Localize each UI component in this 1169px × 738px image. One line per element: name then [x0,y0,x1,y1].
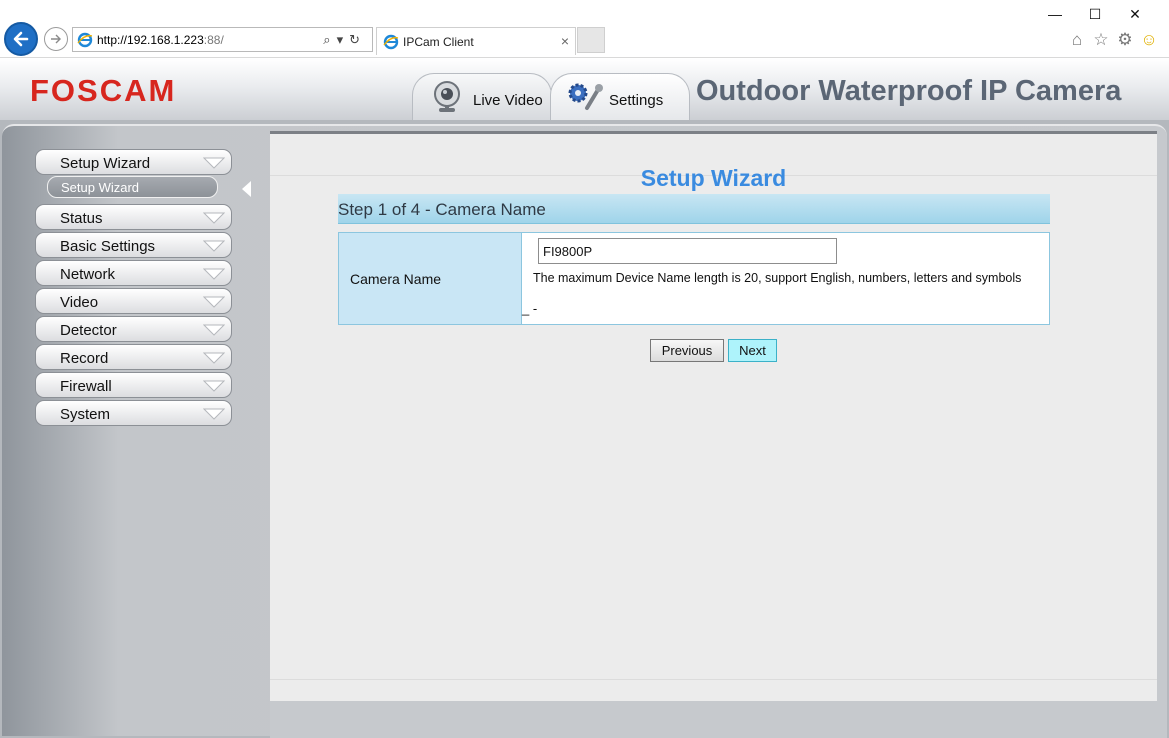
smiley-icon[interactable]: ☺ [1137,30,1161,50]
refresh-icon[interactable]: ↻ [349,32,366,47]
webcam-icon [434,81,460,112]
forward-button[interactable] [44,27,68,51]
tab-live-video-label: Live Video [473,92,543,109]
sidebar-item-label: Firewall [60,378,112,395]
chevron-down-icon [203,352,225,364]
camera-name-hint: The maximum Device Name length is 20, su… [533,271,1022,285]
chevron-down-icon [203,296,225,308]
window-controls: — ☐ ✕ [1035,6,1155,23]
arrow-right-icon [51,34,61,44]
ie-icon [383,34,399,50]
chevron-down-icon [203,324,225,336]
sidebar-item-status[interactable]: Status [35,204,232,230]
form-label-cell: Camera Name [339,233,522,324]
sidebar: Setup Wizard Setup Wizard Status Basic S… [0,143,268,738]
new-tab-button[interactable] [577,27,605,53]
sidebar-item-label: Setup Wizard [60,155,151,172]
search-icon[interactable]: ⌕ [323,32,336,47]
tab-settings[interactable]: Settings [550,73,690,121]
settings-gears-icon [568,83,603,110]
browser-chrome: http://192.168.1.223:88/ ⌕▾↻ IPCam Clien… [0,0,1169,58]
selection-pointer-icon [242,181,251,197]
tab-settings-label: Settings [609,92,664,109]
chevron-down-icon [203,268,225,280]
sidebar-item-label: System [60,406,111,423]
tab-title: IPCam Client [403,35,474,49]
content-divider-bottom [270,679,1157,680]
previous-button[interactable]: Previous [650,339,724,362]
step-header: Step 1 of 4 - Camera Name [338,194,1050,224]
sidebar-item-label: Basic Settings [60,238,156,255]
next-button[interactable]: Next [728,339,777,362]
url-text[interactable]: http://192.168.1.223:88/ [97,33,224,47]
chevron-down-icon [203,240,225,252]
chevron-down-icon [203,212,225,224]
app-header: FOSCAM Live Video Settings Outdoor Water… [0,59,1169,123]
sidebar-item-firewall[interactable]: Firewall [35,372,232,398]
sidebar-item-basic-settings[interactable]: Basic Settings [35,232,232,258]
camera-name-form: Camera Name The maximum Device Name leng… [338,232,1050,325]
minimize-button[interactable]: — [1035,6,1075,22]
home-icon[interactable]: ⌂ [1065,30,1089,50]
chevron-down-icon [203,157,225,169]
main-content: Setup Wizard Step 1 of 4 - Camera Name C… [270,131,1157,701]
arrow-left-icon [13,31,29,47]
chevron-down-icon [203,380,225,392]
chevron-down-icon [203,408,225,420]
camera-name-input[interactable] [538,238,837,264]
back-button[interactable] [4,22,38,56]
sidebar-item-system[interactable]: System [35,400,232,426]
browser-toolbar: ⌂ ☆ ⚙ ☺ [1065,30,1161,50]
address-tools: ⌕▾↻ [323,32,366,48]
product-title: Outdoor Waterproof IP Camera [696,75,1122,107]
sidebar-item-label: Record [60,350,109,367]
page-title: Setup Wizard [640,165,787,191]
sidebar-item-label: Detector [60,322,117,339]
foscam-logo: FOSCAM [30,73,177,108]
sidebar-item-video[interactable]: Video [35,288,232,314]
star-icon[interactable]: ☆ [1089,30,1113,50]
sidebar-subitem-setup-wizard[interactable]: Setup Wizard [47,176,218,198]
sidebar-item-record[interactable]: Record [35,344,232,370]
allowed-symbols-text: _ - [522,301,538,316]
sidebar-item-setup-wizard[interactable]: Setup Wizard [35,149,232,175]
close-window-button[interactable]: ✕ [1115,6,1155,23]
bottom-strip [270,701,1167,738]
ie-icon [77,32,93,48]
sidebar-item-detector[interactable]: Detector [35,316,232,342]
maximize-button[interactable]: ☐ [1075,6,1115,23]
dropdown-icon[interactable]: ▾ [337,32,350,47]
camera-name-label: Camera Name [350,271,442,287]
sidebar-item-label: Network [60,266,116,283]
step-label: Step 1 of 4 - Camera Name [338,200,546,219]
tab-live-video[interactable]: Live Video [412,73,552,121]
sidebar-item-network[interactable]: Network [35,260,232,286]
address-bar[interactable]: http://192.168.1.223:88/ ⌕▾↻ [72,27,373,52]
sidebar-item-label: Video [60,294,99,311]
browser-tab[interactable]: IPCam Client × [376,27,576,55]
sidebar-item-label: Status [60,210,103,227]
close-tab-icon[interactable]: × [561,33,569,49]
sidebar-subitem-label: Setup Wizard [61,180,140,195]
gear-icon[interactable]: ⚙ [1113,30,1137,50]
